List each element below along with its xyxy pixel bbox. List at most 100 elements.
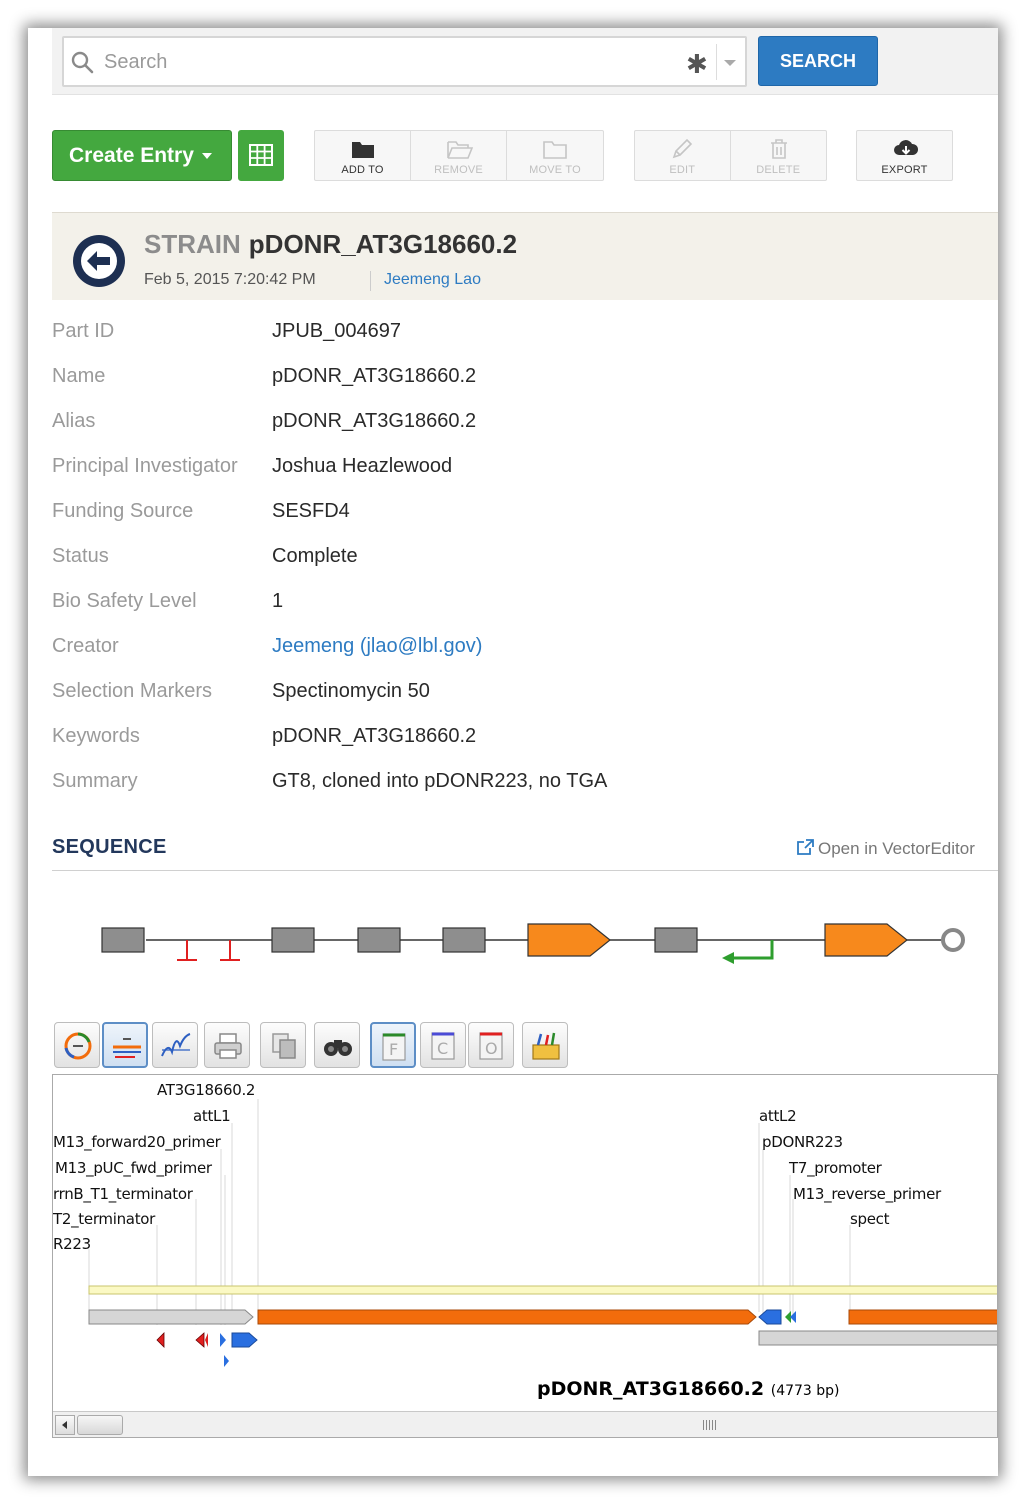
edit-actions-group: EDIT DELETE — [634, 130, 827, 181]
svg-text:C: C — [437, 1039, 448, 1058]
field-label: Principal Investigator — [52, 455, 238, 477]
circular-map-icon — [64, 1032, 92, 1060]
field-funding-source: Funding Source SESFD4 — [52, 500, 952, 530]
feature-label: M13_forward20_primer — [53, 1133, 221, 1151]
svg-text:F: F — [389, 1040, 398, 1059]
creator-link[interactable]: Jeemeng (jlao@lbl.gov) — [272, 635, 482, 658]
find-button[interactable] — [314, 1022, 360, 1068]
copy-button[interactable] — [260, 1022, 306, 1068]
field-alias: Alias pDONR_AT3G18660.2 — [52, 410, 952, 440]
part-glyph — [654, 927, 698, 953]
feature-m13-pUC — [220, 1333, 226, 1347]
asterisk-icon[interactable]: ✱ — [686, 50, 708, 80]
field-value: pDONR_AT3G18660.2 — [272, 410, 477, 432]
table-view-button[interactable] — [238, 130, 284, 181]
circular-view-button[interactable] — [54, 1022, 100, 1068]
field-value: 1 — [272, 590, 284, 612]
field-label: Part ID — [52, 320, 115, 342]
search-box: ✱ — [62, 36, 747, 87]
chevron-down-icon[interactable] — [724, 60, 736, 66]
scroll-left-arrow-icon[interactable] — [55, 1415, 75, 1435]
search-icon — [71, 51, 94, 74]
field-label: Summary — [52, 770, 138, 792]
entry-owner-link[interactable]: Jeemeng Lao — [384, 271, 481, 289]
create-entry-label: Create Entry — [69, 144, 194, 167]
divider — [716, 44, 717, 80]
edit-label: EDIT — [669, 164, 696, 176]
entry-type: STRAIN — [144, 229, 241, 259]
sequence-map-panel[interactable]: AT3G18660.2 attL1 M13_forward20_primer M… — [52, 1074, 998, 1438]
part-glyph — [271, 927, 315, 953]
field-value: pDONR_AT3G18660.2 — [272, 365, 477, 387]
part-glyph — [442, 927, 486, 953]
print-button[interactable] — [204, 1022, 250, 1068]
search-button[interactable]: SEARCH — [758, 36, 878, 86]
entry-title: STRAIN pDONR_AT3G18660.2 — [144, 229, 517, 260]
show-orfs-button[interactable]: O — [468, 1022, 514, 1068]
sequence-section-title: SEQUENCE — [52, 836, 167, 858]
show-cut-sites-button[interactable]: C — [420, 1022, 466, 1068]
linear-map-icon — [113, 1038, 141, 1058]
entry-header: STRAIN pDONR_AT3G18660.2 Feb 5, 2015 7:20… — [52, 212, 998, 300]
show-features-button[interactable]: F — [370, 1022, 416, 1068]
properties-button[interactable] — [522, 1022, 568, 1068]
trash-icon — [770, 139, 787, 159]
export-button[interactable]: EXPORT — [857, 131, 952, 180]
field-label: Bio Safety Level — [52, 590, 197, 612]
remove-button[interactable]: REMOVE — [411, 131, 507, 180]
field-bio-safety-level: Bio Safety Level 1 — [52, 590, 952, 620]
linear-sequence-map — [88, 1099, 997, 1367]
add-to-label: ADD TO — [341, 164, 384, 176]
field-value: Joshua Heazlewood — [272, 455, 453, 477]
feature-label: AT3G18660.2 — [157, 1081, 256, 1099]
open-in-vectoreditor-label: Open in VectorEditor — [818, 839, 975, 858]
field-label: Name — [52, 365, 106, 387]
horizontal-scrollbar[interactable] — [53, 1411, 997, 1437]
feature-label: M13_pUC_fwd_primer — [55, 1159, 212, 1177]
feature-spect — [848, 1309, 997, 1325]
edit-button[interactable]: EDIT — [635, 131, 731, 180]
trace-view-button[interactable] — [152, 1022, 198, 1068]
sequence-map-length: (4773 bp) — [770, 1383, 840, 1399]
divider — [52, 870, 998, 871]
export-label: EXPORT — [881, 164, 928, 176]
field-selection-markers: Selection Markers Spectinomycin 50 — [52, 680, 952, 710]
back-arrow-icon[interactable] — [72, 234, 126, 288]
external-link-icon — [797, 839, 814, 855]
remove-label: REMOVE — [434, 164, 483, 176]
svg-text:O: O — [485, 1039, 498, 1058]
folder-icon — [352, 142, 374, 158]
part-glyph — [357, 927, 401, 953]
scrollbar-grip-icon[interactable] — [703, 1420, 717, 1430]
sbol-diagram — [101, 923, 965, 964]
search-input[interactable] — [104, 46, 664, 78]
entry-date: Feb 5, 2015 7:20:42 PM — [144, 271, 316, 288]
cut-sites-icon: C — [431, 1032, 455, 1060]
feature-label: attL1 — [193, 1107, 231, 1125]
field-value: JPUB_004697 — [272, 320, 401, 342]
terminator-glyph — [220, 940, 240, 961]
sequence-map-name: pDONR_AT3G18660.2 — [537, 1378, 765, 1400]
add-to-button[interactable]: ADD TO — [315, 131, 411, 180]
field-part-id: Part ID JPUB_004697 — [52, 320, 952, 350]
scrollbar-thumb[interactable] — [77, 1415, 123, 1435]
open-in-vectoreditor-link[interactable]: Open in VectorEditor — [796, 839, 975, 859]
features-icon: F — [382, 1033, 406, 1061]
create-entry-button[interactable]: Create Entry — [52, 130, 232, 181]
field-value: SESFD4 — [272, 500, 350, 522]
delete-button[interactable]: DELETE — [731, 131, 827, 180]
feature-pdonr223 — [88, 1309, 254, 1325]
feature-label: spect — [850, 1210, 890, 1228]
orfs-icon: O — [479, 1032, 503, 1060]
field-label: Keywords — [52, 725, 140, 747]
field-label: Status — [52, 545, 109, 567]
move-to-button[interactable]: MOVE TO — [507, 131, 603, 180]
linear-view-button[interactable] — [102, 1022, 148, 1068]
field-label: Selection Markers — [52, 680, 213, 702]
feature-label: attL2 — [759, 1107, 797, 1125]
field-label: Funding Source — [52, 500, 194, 522]
cloud-download-icon — [894, 140, 919, 155]
app-window: ✱ SEARCH Create Entry ADD TO REM — [28, 28, 998, 1476]
field-label: Alias — [52, 410, 96, 432]
entry-name: pDONR_AT3G18660.2 — [248, 229, 518, 259]
